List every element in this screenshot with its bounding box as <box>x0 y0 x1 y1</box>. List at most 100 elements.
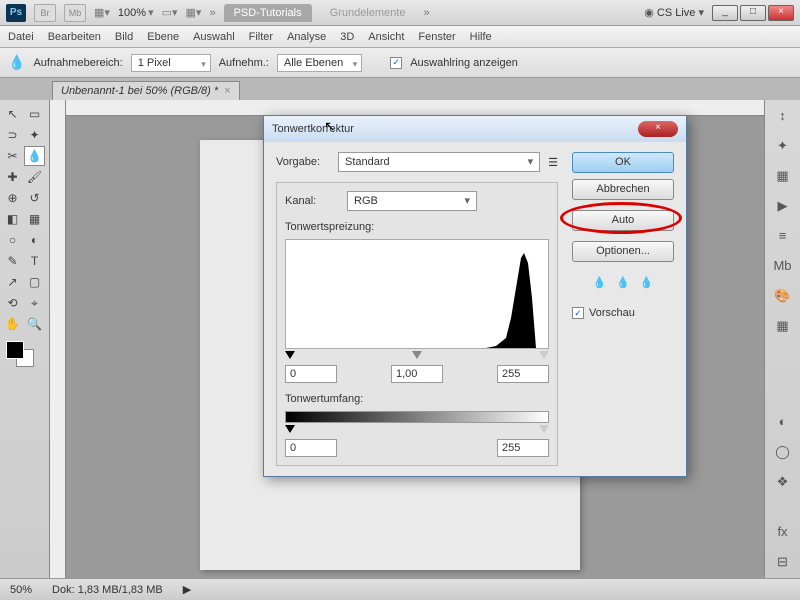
options-button[interactable]: Optionen... <box>572 241 674 262</box>
clone-panel-icon[interactable]: ▦ <box>772 166 794 186</box>
nav-panel-icon[interactable]: ▶ <box>772 196 794 216</box>
blur-tool[interactable]: ○ <box>2 230 23 250</box>
sample-size-select[interactable]: 1 Pixel <box>131 54 211 72</box>
sep: » <box>209 7 215 19</box>
lasso-tool[interactable]: ⊃ <box>2 125 23 145</box>
color-panel-icon[interactable]: 🎨 <box>772 286 794 306</box>
channel-label: Kanal: <box>285 195 339 207</box>
menu-bearbeiten[interactable]: Bearbeiten <box>48 31 101 43</box>
showring-label: Auswahlring anzeigen <box>410 57 518 69</box>
menu-ebene[interactable]: Ebene <box>147 31 179 43</box>
cslive-menu[interactable]: ◉ CS Live ▾ <box>644 6 704 19</box>
menu-3d[interactable]: 3D <box>340 31 354 43</box>
3d-tool[interactable]: ⟲ <box>2 293 23 313</box>
toolbox: ↖ ▭ ⊃ ✦ ✂ 💧 ✚ 🖌 ⊕ ↺ ◧ ▦ ○ ◐ ✎ T ↗ ▢ ⟲ ⌖ … <box>0 100 50 578</box>
path-tool[interactable]: ↗ <box>2 272 23 292</box>
menu-hilfe[interactable]: Hilfe <box>470 31 492 43</box>
histogram <box>285 239 549 349</box>
mask-panel-icon[interactable]: ◯ <box>772 442 794 462</box>
workspace-tab-psd[interactable]: PSD-Tutorials <box>224 4 312 22</box>
app-icon: Ps <box>6 4 26 22</box>
dodge-tool[interactable]: ◐ <box>24 230 45 250</box>
output-highlight[interactable]: 255 <box>497 439 549 457</box>
zoom-status[interactable]: 50% <box>10 584 32 596</box>
menu-datei[interactable]: Datei <box>8 31 34 43</box>
history-panel-icon[interactable]: ↕ <box>772 106 794 126</box>
status-arrow[interactable]: ▶ <box>183 583 191 596</box>
cancel-button[interactable]: Abbrechen <box>572 179 674 200</box>
brush-panel-icon[interactable]: ✦ <box>772 136 794 156</box>
menu-auswahl[interactable]: Auswahl <box>193 31 235 43</box>
eyedropper-tool[interactable]: 💧 <box>24 146 45 166</box>
gray-dropper-icon[interactable]: 💧 <box>616 276 630 289</box>
eraser-tool[interactable]: ◧ <box>2 209 23 229</box>
extras-menu[interactable]: ▦▾ <box>186 6 202 19</box>
menu-analyse[interactable]: Analyse <box>287 31 326 43</box>
hand-tool[interactable]: ✋ <box>2 314 23 334</box>
bridge-icon[interactable]: Br <box>34 4 56 22</box>
preset-menu-icon[interactable]: ☰ <box>548 156 558 169</box>
swatches-panel-icon[interactable]: ▦ <box>772 316 794 336</box>
input-highlight[interactable]: 255 <box>497 365 549 383</box>
menu-filter[interactable]: Filter <box>249 31 273 43</box>
input-label: Tonwertspreizung: <box>285 221 549 233</box>
marquee-tool[interactable]: ▭ <box>24 104 45 124</box>
screen-mode[interactable]: ▭▾ <box>162 6 178 19</box>
preset-select[interactable]: Standard <box>338 152 540 172</box>
doc-status[interactable]: Dok: 1,83 MB/1,83 MB <box>52 584 163 596</box>
wand-tool[interactable]: ✦ <box>24 125 45 145</box>
output-label: Tonwertumfang: <box>285 393 549 405</box>
pen-tool[interactable]: ✎ <box>2 251 23 271</box>
stamp-tool[interactable]: ⊕ <box>2 188 23 208</box>
crop-tool[interactable]: ✂ <box>2 146 23 166</box>
dialog-close-button[interactable]: × <box>638 121 678 137</box>
aufnehm-label: Aufnehm.: <box>219 57 269 69</box>
para-panel-icon[interactable]: ⊟ <box>772 552 794 572</box>
menu-fenster[interactable]: Fenster <box>418 31 455 43</box>
menu-ansicht[interactable]: Ansicht <box>368 31 404 43</box>
window-maximize[interactable]: □ <box>740 5 766 21</box>
layers-panel-icon[interactable]: ❖ <box>772 472 794 492</box>
menu-bild[interactable]: Bild <box>115 31 133 43</box>
info-panel-icon[interactable]: ≡ <box>772 226 794 246</box>
close-tab-icon[interactable]: × <box>224 85 230 97</box>
char-panel-icon[interactable]: fx <box>772 522 794 542</box>
camera-tool[interactable]: ⌖ <box>24 293 45 313</box>
window-close[interactable]: × <box>768 5 794 21</box>
brush-tool[interactable]: 🖌 <box>24 167 45 187</box>
minibridge-icon[interactable]: Mb <box>64 4 86 22</box>
window-minimize[interactable]: _ <box>712 5 738 21</box>
white-dropper-icon[interactable]: 💧 <box>640 276 654 289</box>
showring-checkbox[interactable]: ✓ <box>390 57 402 69</box>
type-tool[interactable]: T <box>24 251 45 271</box>
preview-checkbox[interactable]: ✓ <box>572 307 584 319</box>
gradient-tool[interactable]: ▦ <box>24 209 45 229</box>
document-tab[interactable]: Unbenannt-1 bei 50% (RGB/8) *× <box>52 81 240 100</box>
input-slider[interactable] <box>285 351 549 361</box>
heal-tool[interactable]: ✚ <box>2 167 23 187</box>
output-gradient <box>285 411 549 423</box>
highlight-ring <box>560 202 682 234</box>
move-tool[interactable]: ↖ <box>2 104 23 124</box>
input-mid[interactable]: 1,00 <box>391 365 443 383</box>
mb-panel-icon[interactable]: Mb <box>772 256 794 276</box>
preset-label: Vorgabe: <box>276 156 330 168</box>
color-swatch[interactable] <box>6 341 36 367</box>
adjust-panel-icon[interactable]: ◐ <box>772 412 794 432</box>
more-workspaces[interactable]: » <box>423 7 429 19</box>
shape-tool[interactable]: ▢ <box>24 272 45 292</box>
zoom-tool[interactable]: 🔍 <box>24 314 45 334</box>
zoom-select[interactable]: 100% ▾ <box>118 6 154 19</box>
black-dropper-icon[interactable]: 💧 <box>592 276 606 289</box>
output-slider[interactable] <box>285 425 549 435</box>
sample-layers-select[interactable]: Alle Ebenen <box>277 54 362 72</box>
ok-button[interactable]: OK <box>572 152 674 173</box>
workspace-tab-grund[interactable]: Grundelemente <box>320 4 416 22</box>
output-shadow[interactable]: 0 <box>285 439 337 457</box>
arrange-menu[interactable]: ▦▾ <box>94 6 110 19</box>
ruler-horizontal <box>66 100 764 116</box>
channel-select[interactable]: RGB <box>347 191 477 211</box>
history-tool[interactable]: ↺ <box>24 188 45 208</box>
input-shadow[interactable]: 0 <box>285 365 337 383</box>
menu-bar: Datei Bearbeiten Bild Ebene Auswahl Filt… <box>0 26 800 48</box>
